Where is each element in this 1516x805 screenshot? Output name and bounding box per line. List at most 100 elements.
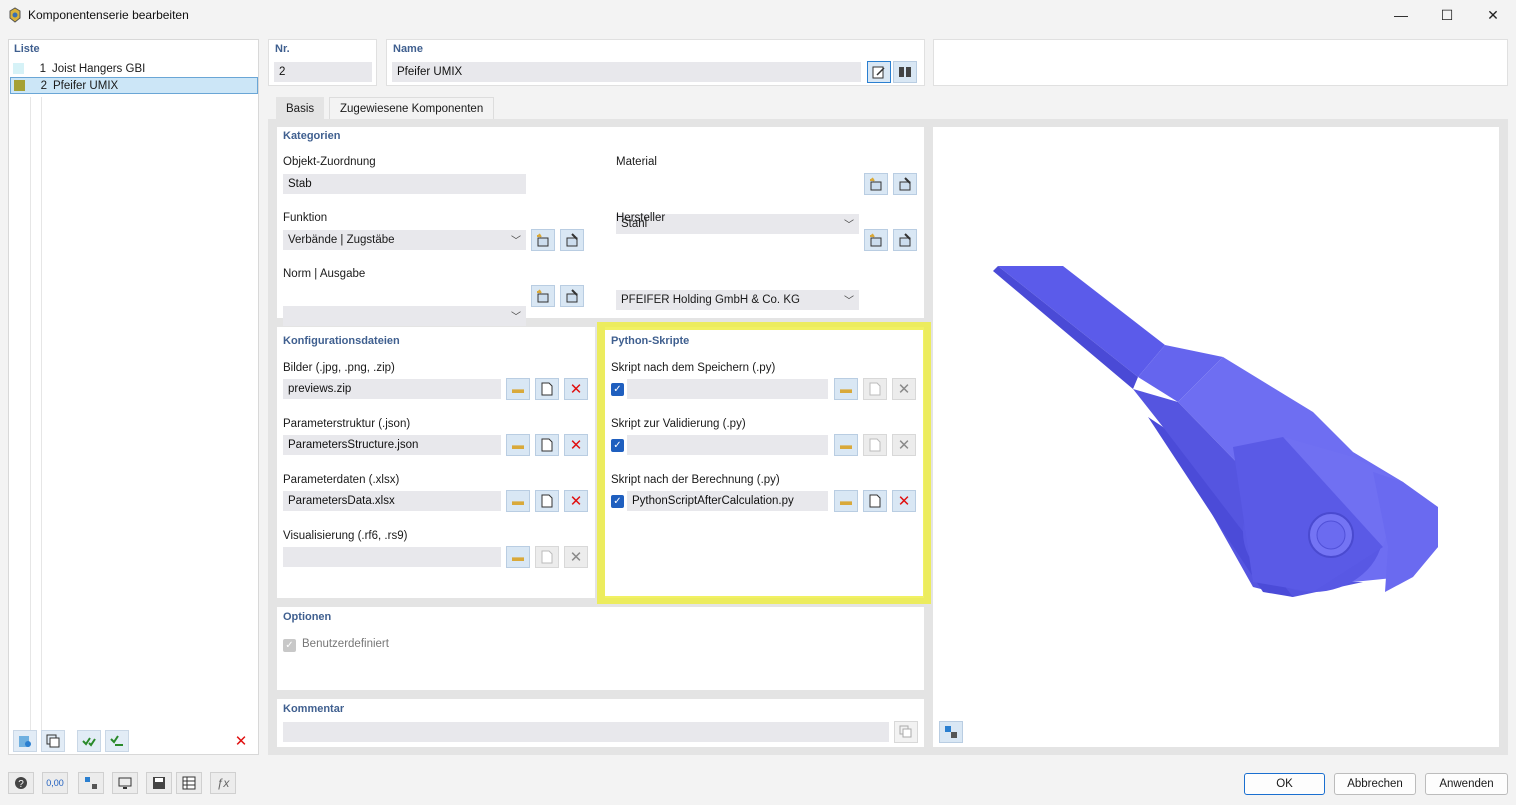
color-swatch (13, 63, 24, 74)
component-3d-preview (993, 266, 1438, 597)
list-item-selected[interactable]: 2 Pfeifer UMIX (10, 77, 258, 94)
model-structure-icon[interactable] (78, 772, 104, 794)
component-list-panel: Liste 1 Joist Hangers GBI 2 Pfeifer UMIX… (8, 39, 259, 755)
edit-file-icon[interactable] (535, 490, 559, 512)
list-header: Liste (14, 43, 40, 55)
kommentar-panel: Kommentar (277, 699, 924, 747)
delete-file-icon[interactable]: ✕ (564, 490, 588, 512)
nr-label: Nr. (275, 43, 290, 55)
delete-file-icon[interactable]: ✕ (564, 378, 588, 400)
new-item-icon[interactable] (864, 229, 888, 251)
preview-panel (933, 127, 1499, 747)
list-item-label: Pfeifer UMIX (53, 79, 119, 92)
copy-icon[interactable] (41, 730, 65, 752)
daten-field[interactable]: ParametersData.xlsx (283, 491, 501, 511)
bilder-label: Bilder (.jpg, .png, .zip) (283, 362, 395, 374)
new-item-icon[interactable] (864, 173, 888, 195)
edit-item-icon[interactable] (893, 229, 917, 251)
title-bar: Komponentenserie bearbeiten — ☐ ✕ (0, 0, 1516, 30)
chevron-down-icon: ﹀ (511, 236, 521, 247)
folder-icon[interactable]: ▬ (506, 490, 530, 512)
chevron-down-icon: ﹀ (844, 220, 854, 231)
name-group: Name Pfeifer UMIX (386, 39, 925, 86)
list-item[interactable]: 1 Joist Hangers GBI (10, 60, 258, 77)
edit-file-icon[interactable] (535, 546, 559, 568)
color-swatch (14, 80, 25, 91)
minimize-button[interactable]: — (1378, 0, 1424, 30)
tab-zugewiesene-komponenten[interactable]: Zugewiesene Komponenten (329, 97, 495, 120)
new-from-library-icon[interactable] (13, 730, 37, 752)
benutzerdefiniert-checkbox[interactable]: ✓ (283, 639, 296, 652)
header-blank-area (933, 39, 1508, 86)
ok-button[interactable]: OK (1244, 773, 1325, 795)
kategorien-title: Kategorien (283, 130, 341, 142)
bilder-field[interactable]: previews.zip (283, 379, 501, 399)
tab-basis[interactable]: Basis (276, 97, 325, 120)
konfigurationsdateien-panel: Konfigurationsdateien Bilder (.jpg, .png… (277, 327, 595, 598)
material-label: Material (616, 156, 657, 168)
maximize-button[interactable]: ☐ (1424, 0, 1470, 30)
window-title: Komponentenserie bearbeiten (28, 8, 189, 22)
delete-icon[interactable]: ✕ (229, 730, 253, 752)
hersteller-select[interactable]: PFEIFER Holding GmbH & Co. KG ﹀ (616, 290, 859, 310)
vis-label: Visualisierung (.rf6, .rs9) (283, 530, 408, 542)
funktion-select[interactable]: Verbände | Zugstäbe ﹀ (283, 230, 526, 250)
struktur-field[interactable]: ParametersStructure.json (283, 435, 501, 455)
edit-item-icon[interactable] (893, 173, 917, 195)
new-item-icon[interactable] (531, 229, 555, 251)
optionen-title: Optionen (283, 611, 332, 623)
save-icon[interactable] (146, 772, 172, 794)
kommentar-title: Kommentar (283, 703, 345, 715)
edit-file-icon[interactable] (535, 378, 559, 400)
table-icon[interactable] (176, 772, 202, 794)
new-item-icon[interactable] (531, 285, 555, 307)
units-icon[interactable]: 0,00 (42, 772, 68, 794)
hersteller-label: Hersteller (616, 212, 666, 224)
svg-text:?: ? (18, 779, 24, 790)
edit-item-icon[interactable] (560, 285, 584, 307)
list-item-label: Joist Hangers GBI (52, 62, 146, 75)
formula-icon[interactable]: ƒx (210, 772, 236, 794)
nr-group: Nr. 2 (268, 39, 377, 86)
nr-field[interactable]: 2 (274, 62, 372, 82)
app-icon (7, 7, 23, 23)
struktur-label: Parameterstruktur (.json) (283, 418, 411, 430)
daten-label: Parameterdaten (.xlsx) (283, 474, 400, 486)
edit-item-icon[interactable] (560, 229, 584, 251)
konfig-title: Konfigurationsdateien (283, 335, 400, 347)
kommentar-field[interactable] (283, 722, 889, 742)
kategorien-panel: Kategorien Objekt-Zuordnung Stab Funktio… (277, 127, 924, 326)
list-item-number: 2 (40, 79, 47, 92)
check-toggle-icon[interactable] (105, 730, 129, 752)
norm-label: Norm | Ausgabe (283, 268, 366, 280)
vis-field[interactable] (283, 547, 501, 567)
edit-name-icon[interactable] (867, 61, 891, 83)
display-icon[interactable] (112, 772, 138, 794)
folder-icon[interactable]: ▬ (506, 434, 530, 456)
anwenden-button[interactable]: Anwenden (1425, 773, 1508, 795)
list-item-number: 1 (39, 62, 46, 75)
help-icon[interactable]: ? (8, 772, 34, 794)
benutzerdefiniert-label: Benutzerdefiniert (302, 638, 389, 650)
library-icon[interactable] (893, 61, 917, 83)
comment-copy-icon[interactable] (894, 721, 918, 743)
check-all-icon[interactable] (77, 730, 101, 752)
folder-icon[interactable]: ▬ (506, 546, 530, 568)
norm-select[interactable]: ﹀ (283, 306, 526, 326)
name-label: Name (393, 43, 423, 55)
objekt-field[interactable]: Stab (283, 174, 526, 194)
name-field[interactable]: Pfeifer UMIX (392, 62, 861, 82)
chevron-down-icon: ﹀ (844, 296, 854, 307)
tree-guide-line (30, 97, 31, 737)
edit-file-icon[interactable] (535, 434, 559, 456)
chevron-down-icon: ﹀ (511, 312, 521, 323)
folder-icon[interactable]: ▬ (506, 378, 530, 400)
abbrechen-button[interactable]: Abbrechen (1334, 773, 1416, 795)
tree-guide-line (41, 97, 42, 737)
funktion-value: Verbände | Zugstäbe (288, 234, 395, 246)
delete-file-icon[interactable]: ✕ (564, 546, 588, 568)
funktion-label: Funktion (283, 212, 328, 224)
delete-file-icon[interactable]: ✕ (564, 434, 588, 456)
view-options-icon[interactable] (939, 721, 963, 743)
close-button[interactable]: ✕ (1470, 0, 1516, 30)
